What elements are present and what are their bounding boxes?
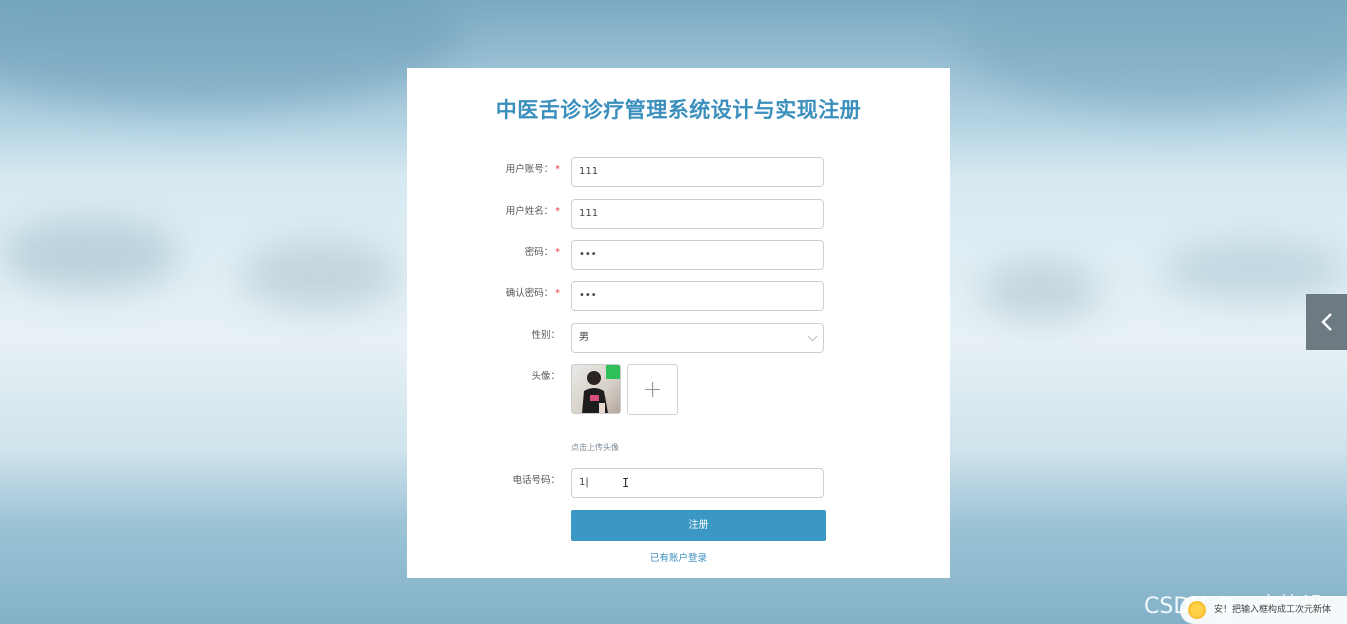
password-input[interactable]: ••• (571, 240, 824, 270)
gender-label: 性别： (531, 330, 560, 341)
background-cloud (0, 220, 180, 290)
chevron-down-icon (807, 331, 818, 342)
avatar-label: 头像： (531, 371, 560, 382)
avatar-row: 头像： + (407, 364, 950, 416)
name-row: 用户姓名： * 111 (407, 199, 950, 231)
ime-text: 安！把输入框构成工次元新体 (1214, 605, 1332, 615)
ime-toolbar[interactable]: 安！把输入框构成工次元新体 (1180, 596, 1347, 624)
required-marker: * (555, 288, 560, 299)
upload-hint[interactable]: 点击上传头像 (571, 442, 619, 453)
register-button[interactable]: 注册 (571, 510, 826, 541)
name-input[interactable]: 111 (571, 199, 824, 229)
page-title: 中医舌诊诊疗管理系统设计与实现注册 (495, 98, 862, 122)
upload-avatar-button[interactable]: + (627, 364, 678, 415)
background-cloud (1160, 240, 1347, 300)
gender-row: 性别： 男 (407, 323, 950, 355)
ibeam-cursor-icon: I (622, 476, 630, 490)
avatar-thumbnail[interactable] (571, 364, 621, 414)
confirm-password-row: 确认密码： * ••• (407, 281, 950, 313)
password-label: 密码： * (524, 247, 560, 258)
confirm-password-input[interactable]: ••• (571, 281, 824, 311)
account-row: 用户账号： * 111 (407, 157, 950, 189)
confirm-password-label: 确认密码： * (505, 288, 560, 299)
required-marker: * (555, 206, 560, 217)
avatar-photo-icon (582, 365, 620, 413)
password-row: 密码： * ••• (407, 240, 950, 272)
account-input[interactable]: 111 (571, 157, 824, 187)
background-cloud (980, 260, 1100, 320)
chevron-left-icon (1320, 313, 1332, 331)
background-cloud (960, 0, 1347, 110)
gender-select[interactable]: 男 (571, 323, 824, 353)
register-panel: 中医舌诊诊疗管理系统设计与实现注册 用户账号： * 111 用户姓名： * 111 … (407, 68, 950, 578)
phone-row: 电话号码： 1| I (407, 468, 950, 500)
required-marker: * (555, 164, 560, 175)
ime-logo-icon (1188, 601, 1206, 619)
name-label: 用户姓名： * (505, 206, 560, 217)
side-toggle-button[interactable] (1306, 294, 1347, 350)
required-marker: * (555, 247, 560, 258)
login-link[interactable]: 已有账户登录 (407, 550, 950, 564)
phone-label: 电话号码： (512, 475, 560, 486)
gender-value: 男 (579, 332, 589, 343)
phone-input[interactable]: 1| I (571, 468, 824, 498)
text-caret: | (585, 477, 589, 488)
background-cloud (240, 240, 400, 310)
account-label: 用户账号： * (505, 164, 560, 175)
background-cloud (0, 0, 460, 110)
